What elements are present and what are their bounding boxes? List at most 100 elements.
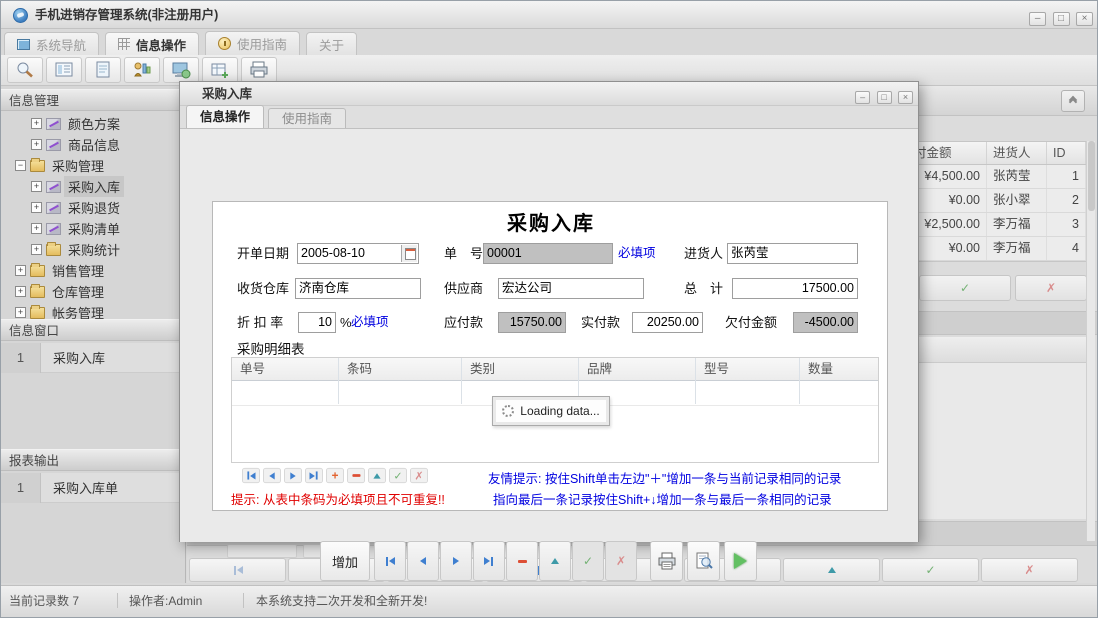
- print-button[interactable]: [650, 541, 683, 581]
- order-no-field[interactable]: 00001: [483, 243, 613, 264]
- detail-column-数量[interactable]: 数量: [800, 358, 878, 404]
- expand-toggle[interactable]: +: [15, 307, 26, 318]
- detail-column-条码[interactable]: 条码: [339, 358, 462, 404]
- expand-toggle[interactable]: +: [31, 244, 42, 255]
- next-button[interactable]: [440, 541, 472, 581]
- last-button[interactable]: [473, 541, 505, 581]
- check-icon: ✓: [960, 282, 970, 294]
- warehouse-label: 收货仓库: [237, 278, 289, 299]
- dialog-maximize-button[interactable]: □: [877, 91, 892, 104]
- tree-item-采购管理[interactable]: −采购管理: [1, 155, 186, 176]
- dialog-minimize-button[interactable]: –: [855, 91, 870, 104]
- user-report-button[interactable]: [124, 57, 160, 83]
- monitor-button[interactable]: [163, 57, 199, 83]
- expand-toggle[interactable]: +: [31, 202, 42, 213]
- detail-column-单号[interactable]: 单号: [232, 358, 339, 404]
- calendar-icon[interactable]: [401, 245, 417, 262]
- ribbon-tab-使用指南[interactable]: 使用指南: [205, 31, 300, 55]
- dialog-titlebar[interactable]: 采购入库 – □ ×: [180, 82, 918, 106]
- minimize-button[interactable]: –: [1029, 12, 1046, 26]
- first-button[interactable]: [374, 541, 406, 581]
- up-button[interactable]: [539, 541, 571, 581]
- discount-field[interactable]: 10: [298, 312, 336, 333]
- tree-item-仓库管理[interactable]: +仓库管理: [1, 281, 186, 302]
- search-button[interactable]: [7, 57, 43, 83]
- column-header[interactable]: 付金额: [908, 142, 987, 164]
- execute-button[interactable]: [724, 541, 757, 581]
- tree-item-采购入库[interactable]: +采购入库: [1, 176, 186, 197]
- cross-button[interactable]: ✗: [981, 558, 1078, 582]
- tree-item-销售管理[interactable]: +销售管理: [1, 260, 186, 281]
- ribbon-tab-关于[interactable]: 关于: [306, 32, 357, 56]
- total-field[interactable]: 17500.00: [732, 278, 858, 299]
- document-button[interactable]: [85, 57, 121, 83]
- cancel-button[interactable]: ✗: [1015, 275, 1087, 301]
- vertical-scrollbar[interactable]: [1086, 141, 1095, 541]
- tree-item-采购清单[interactable]: +采购清单: [1, 218, 186, 239]
- purchase-form: 采购入库 开单日期 2005-08-10 单 号 00001 必填项 进货人 张…: [212, 201, 888, 511]
- expand-toggle[interactable]: +: [31, 139, 42, 150]
- sidebar-section-info-title[interactable]: 信息管理: [1, 89, 186, 111]
- dialog-tab-使用指南[interactable]: 使用指南: [268, 108, 346, 128]
- collapse-panel-button[interactable]: [1061, 90, 1085, 112]
- paid-field[interactable]: 20250.00: [632, 312, 703, 333]
- cross-button[interactable]: ✗: [605, 541, 637, 581]
- owed-field[interactable]: -4500.00: [793, 312, 858, 333]
- column-header[interactable]: 进货人: [987, 142, 1047, 164]
- minus-button[interactable]: [347, 468, 365, 483]
- sidebar-section-reports-title[interactable]: 报表输出: [1, 449, 186, 471]
- up-button[interactable]: [368, 468, 386, 483]
- list-item-采购入库[interactable]: 1采购入库: [1, 343, 186, 373]
- dialog-tab-信息操作[interactable]: 信息操作: [186, 105, 264, 128]
- tree-item-商品信息[interactable]: +商品信息: [1, 134, 186, 155]
- table-row[interactable]: ¥0.00张小翠2: [908, 189, 1086, 213]
- expand-toggle[interactable]: +: [31, 181, 42, 192]
- play-icon: [734, 553, 747, 569]
- preview-button[interactable]: [687, 541, 720, 581]
- form-heading: 采购入库: [213, 207, 889, 236]
- column-header[interactable]: ID: [1047, 142, 1086, 164]
- tree-item-采购退货[interactable]: +采购退货: [1, 197, 186, 218]
- ribbon-tab-信息操作[interactable]: 信息操作: [105, 32, 199, 56]
- ribbon-tab-系统导航[interactable]: 系统导航: [4, 32, 99, 56]
- payable-field[interactable]: 15750.00: [498, 312, 566, 333]
- detail-column-型号[interactable]: 型号: [696, 358, 800, 404]
- check-button[interactable]: ✓: [389, 468, 407, 483]
- prev-button[interactable]: [407, 541, 439, 581]
- printer-button[interactable]: [241, 57, 277, 83]
- cross-button[interactable]: ✗: [410, 468, 428, 483]
- tool-icon: [46, 139, 61, 151]
- supplier-field[interactable]: 宏达公司: [498, 278, 644, 299]
- last-button[interactable]: [305, 468, 323, 483]
- minus-button[interactable]: [506, 541, 538, 581]
- expand-toggle[interactable]: +: [15, 265, 26, 276]
- tree-item-采购统计[interactable]: +采购统计: [1, 239, 186, 260]
- tree-item-颜色方案[interactable]: +颜色方案: [1, 113, 186, 134]
- loading-indicator: Loading data...: [492, 396, 610, 426]
- search-icon: [15, 61, 35, 79]
- add-button[interactable]: 增加: [320, 541, 370, 581]
- expand-toggle[interactable]: +: [15, 286, 26, 297]
- expand-toggle[interactable]: −: [15, 160, 26, 171]
- table-row[interactable]: ¥2,500.00李万福3: [908, 213, 1086, 237]
- close-button[interactable]: ×: [1076, 12, 1093, 26]
- first-button[interactable]: [242, 468, 260, 483]
- expand-toggle[interactable]: +: [31, 223, 42, 234]
- order-date-field[interactable]: 2005-08-10: [297, 243, 419, 264]
- sidebar-section-windows-title[interactable]: 信息窗口: [1, 319, 186, 341]
- form-list-button[interactable]: [46, 57, 82, 83]
- check-button[interactable]: ✓: [572, 541, 604, 581]
- table-row[interactable]: ¥0.00李万福4: [908, 237, 1086, 261]
- warehouse-field[interactable]: 济南仓库: [295, 278, 421, 299]
- restore-button[interactable]: □: [1053, 12, 1070, 26]
- dialog-close-button[interactable]: ×: [898, 91, 913, 104]
- table-row[interactable]: ¥4,500.00张芮莹1: [908, 165, 1086, 189]
- confirm-button[interactable]: ✓: [919, 275, 1011, 301]
- expand-toggle[interactable]: +: [31, 118, 42, 129]
- plus-button[interactable]: +: [326, 468, 344, 483]
- table-add-button[interactable]: [202, 57, 238, 83]
- list-item-采购入库单[interactable]: 1采购入库单: [1, 473, 186, 503]
- next-button[interactable]: [284, 468, 302, 483]
- buyer-field[interactable]: 张芮莹: [727, 243, 858, 264]
- prev-button[interactable]: [263, 468, 281, 483]
